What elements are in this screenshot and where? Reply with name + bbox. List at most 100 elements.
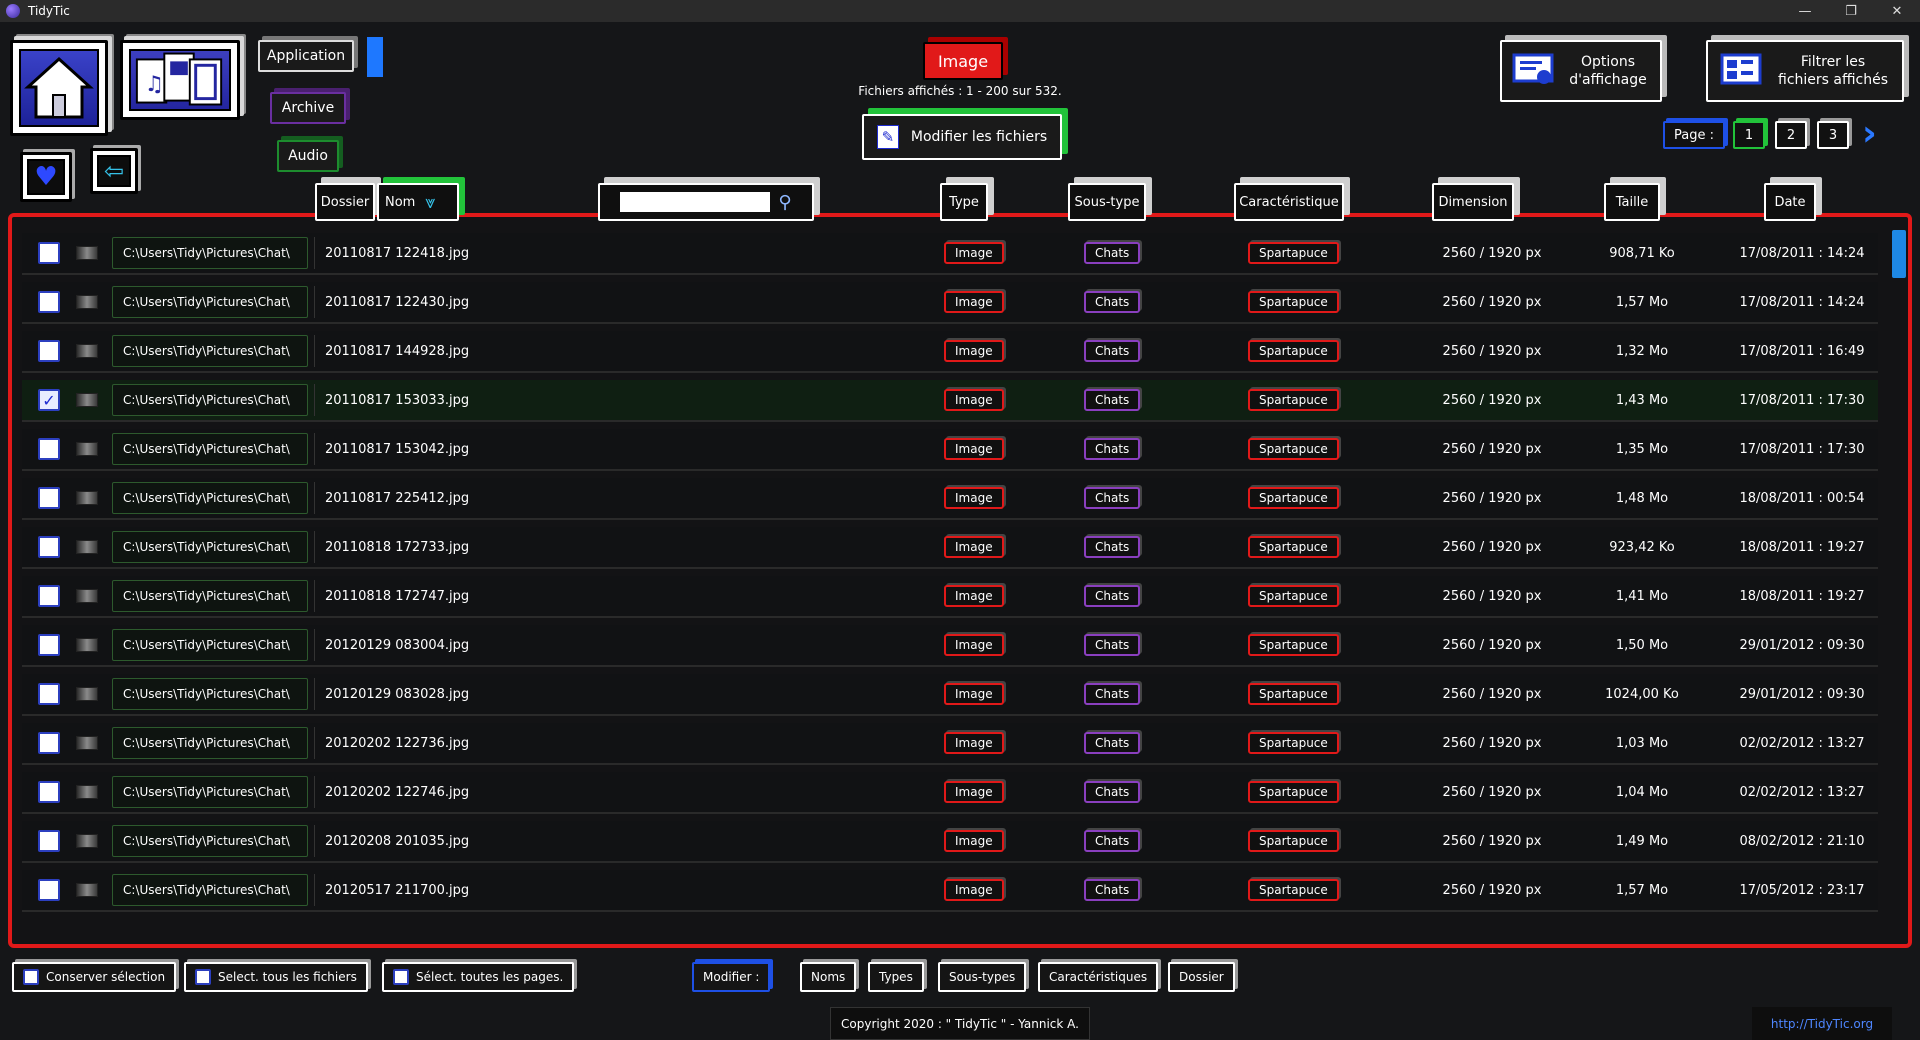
maximize-button[interactable]: ❐ bbox=[1828, 0, 1874, 22]
category-application-button[interactable]: Application bbox=[258, 40, 354, 72]
website-link[interactable]: http://TidyTic.org bbox=[1752, 1007, 1892, 1040]
row-checkbox[interactable] bbox=[38, 536, 60, 558]
subtype-chip[interactable]: Chats bbox=[1084, 585, 1141, 607]
page-2-button[interactable]: 2 bbox=[1775, 121, 1807, 149]
modify-names-button[interactable]: Noms bbox=[800, 962, 857, 992]
column-size-header[interactable]: Taille bbox=[1604, 183, 1660, 221]
modify-features-button[interactable]: Caractéristiques bbox=[1038, 962, 1159, 992]
select-all-pages-button[interactable]: Sélect. toutes les pages. bbox=[382, 962, 575, 992]
feature-chip[interactable]: Spartapuce bbox=[1248, 830, 1339, 852]
type-chip[interactable]: Image bbox=[944, 879, 1004, 901]
table-row[interactable]: C:\Users\Tidy\Pictures\Chat\ 20120129 08… bbox=[22, 674, 1878, 716]
subtype-chip[interactable]: Chats bbox=[1084, 781, 1141, 803]
media-files-button[interactable]: ♫ bbox=[120, 40, 240, 120]
type-chip[interactable]: Image bbox=[944, 389, 1004, 411]
table-row[interactable]: C:\Users\Tidy\Pictures\Chat\ 20110817 15… bbox=[22, 429, 1878, 471]
table-row[interactable]: C:\Users\Tidy\Pictures\Chat\ 20110817 12… bbox=[22, 282, 1878, 324]
subtype-chip[interactable]: Chats bbox=[1084, 536, 1141, 558]
subtype-chip[interactable]: Chats bbox=[1084, 879, 1141, 901]
next-page-button[interactable]: › bbox=[1862, 116, 1890, 152]
type-chip[interactable]: Image bbox=[944, 585, 1004, 607]
type-chip[interactable]: Image bbox=[944, 340, 1004, 362]
row-checkbox[interactable] bbox=[38, 634, 60, 656]
page-3-button[interactable]: 3 bbox=[1817, 121, 1849, 149]
subtype-chip[interactable]: Chats bbox=[1084, 732, 1141, 754]
type-chip[interactable]: Image bbox=[944, 291, 1004, 313]
favorites-button[interactable]: ♥ bbox=[20, 152, 72, 202]
feature-chip[interactable]: Spartapuce bbox=[1248, 536, 1339, 558]
subtype-chip[interactable]: Chats bbox=[1084, 830, 1141, 852]
feature-chip[interactable]: Spartapuce bbox=[1248, 585, 1339, 607]
table-row[interactable]: C:\Users\Tidy\Pictures\Chat\ 20110818 17… bbox=[22, 527, 1878, 569]
feature-chip[interactable]: Spartapuce bbox=[1248, 781, 1339, 803]
feature-chip[interactable]: Spartapuce bbox=[1248, 291, 1339, 313]
subtype-chip[interactable]: Chats bbox=[1084, 340, 1141, 362]
column-subtype-header[interactable]: Sous-type bbox=[1068, 183, 1146, 221]
back-button[interactable]: ⇦ bbox=[90, 148, 138, 194]
category-archive-button[interactable]: Archive bbox=[270, 92, 346, 124]
modify-subtypes-button[interactable]: Sous-types bbox=[938, 962, 1027, 992]
type-chip[interactable]: Image bbox=[944, 683, 1004, 705]
type-chip[interactable]: Image bbox=[944, 732, 1004, 754]
row-checkbox[interactable]: ✓ bbox=[38, 389, 60, 411]
column-type-header[interactable]: Type bbox=[940, 183, 988, 221]
category-audio-button[interactable]: Audio bbox=[277, 140, 339, 172]
row-checkbox[interactable] bbox=[38, 438, 60, 460]
type-chip[interactable]: Image bbox=[944, 830, 1004, 852]
keep-selection-button[interactable]: Conserver sélection bbox=[12, 962, 177, 992]
feature-chip[interactable]: Spartapuce bbox=[1248, 634, 1339, 656]
table-row[interactable]: C:\Users\Tidy\Pictures\Chat\ 20120202 12… bbox=[22, 772, 1878, 814]
subtype-chip[interactable]: Chats bbox=[1084, 291, 1141, 313]
row-checkbox[interactable] bbox=[38, 879, 60, 901]
search-input[interactable] bbox=[620, 192, 771, 212]
row-checkbox[interactable] bbox=[38, 242, 60, 264]
table-row[interactable]: C:\Users\Tidy\Pictures\Chat\ 20120202 12… bbox=[22, 723, 1878, 765]
table-scrollbar-thumb[interactable] bbox=[1892, 230, 1906, 278]
selected-type-button[interactable]: Image bbox=[923, 42, 1003, 80]
type-chip[interactable]: Image bbox=[944, 242, 1004, 264]
row-checkbox[interactable] bbox=[38, 291, 60, 313]
feature-chip[interactable]: Spartapuce bbox=[1248, 732, 1339, 754]
minimize-button[interactable]: — bbox=[1782, 0, 1828, 22]
row-checkbox[interactable] bbox=[38, 830, 60, 852]
feature-chip[interactable]: Spartapuce bbox=[1248, 389, 1339, 411]
row-checkbox[interactable] bbox=[38, 487, 60, 509]
table-row[interactable]: C:\Users\Tidy\Pictures\Chat\ 20120208 20… bbox=[22, 821, 1878, 863]
feature-chip[interactable]: Spartapuce bbox=[1248, 487, 1339, 509]
table-row[interactable]: C:\Users\Tidy\Pictures\Chat\ 20120129 08… bbox=[22, 625, 1878, 667]
subtype-chip[interactable]: Chats bbox=[1084, 438, 1141, 460]
table-row[interactable]: C:\Users\Tidy\Pictures\Chat\ 20120517 21… bbox=[22, 870, 1878, 912]
page-1-button[interactable]: 1 bbox=[1733, 121, 1765, 149]
column-date-header[interactable]: Date bbox=[1764, 183, 1816, 221]
table-row[interactable]: C:\Users\Tidy\Pictures\Chat\ 20110817 12… bbox=[22, 233, 1878, 275]
modify-folder-button[interactable]: Dossier bbox=[1168, 962, 1235, 992]
feature-chip[interactable]: Spartapuce bbox=[1248, 683, 1339, 705]
subtype-chip[interactable]: Chats bbox=[1084, 683, 1141, 705]
close-button[interactable]: ✕ bbox=[1874, 0, 1920, 22]
feature-chip[interactable]: Spartapuce bbox=[1248, 879, 1339, 901]
row-checkbox[interactable] bbox=[38, 683, 60, 705]
type-chip[interactable]: Image bbox=[944, 487, 1004, 509]
column-dimension-header[interactable]: Dimension bbox=[1432, 183, 1514, 221]
filter-files-button[interactable]: Filtrer les fichiers affichés bbox=[1706, 40, 1904, 102]
feature-chip[interactable]: Spartapuce bbox=[1248, 438, 1339, 460]
column-feature-header[interactable]: Caractéristique bbox=[1234, 183, 1344, 221]
table-row[interactable]: C:\Users\Tidy\Pictures\Chat\ 20110817 22… bbox=[22, 478, 1878, 520]
column-name-header[interactable]: Nom ⩔ bbox=[377, 183, 459, 221]
search-icon[interactable]: ⚲ bbox=[778, 192, 791, 213]
modify-types-button[interactable]: Types bbox=[868, 962, 924, 992]
feature-chip[interactable]: Spartapuce bbox=[1248, 242, 1339, 264]
subtype-chip[interactable]: Chats bbox=[1084, 389, 1141, 411]
column-folder-header[interactable]: Dossier bbox=[315, 183, 375, 221]
row-checkbox[interactable] bbox=[38, 781, 60, 803]
type-chip[interactable]: Image bbox=[944, 634, 1004, 656]
table-row[interactable]: ✓ C:\Users\Tidy\Pictures\Chat\ 20110817 … bbox=[22, 380, 1878, 422]
row-checkbox[interactable] bbox=[38, 585, 60, 607]
table-row[interactable]: C:\Users\Tidy\Pictures\Chat\ 20110818 17… bbox=[22, 576, 1878, 618]
type-chip[interactable]: Image bbox=[944, 438, 1004, 460]
row-checkbox[interactable] bbox=[38, 732, 60, 754]
subtype-chip[interactable]: Chats bbox=[1084, 242, 1141, 264]
display-options-button[interactable]: Options d'affichage bbox=[1500, 40, 1662, 102]
row-checkbox[interactable] bbox=[38, 340, 60, 362]
table-row[interactable]: C:\Users\Tidy\Pictures\Chat\ 20110817 14… bbox=[22, 331, 1878, 373]
